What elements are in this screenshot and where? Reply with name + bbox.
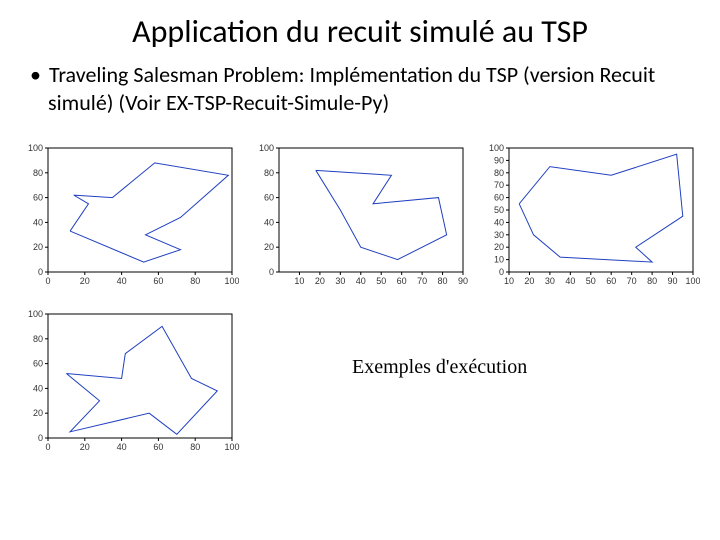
tsp-chart-1: 0 20 40 60 80 100 0 20 40 60 80 100 [20, 140, 239, 290]
svg-text:80: 80 [647, 276, 657, 286]
svg-text:100: 100 [28, 143, 43, 153]
svg-text:20: 20 [80, 276, 90, 286]
svg-text:10: 10 [494, 255, 504, 265]
svg-text:0: 0 [269, 267, 274, 277]
chart-row-bottom: 0 20 40 60 80 100 0 20 40 60 80 100 Exemples d'exéc… [0, 298, 720, 456]
svg-text:60: 60 [153, 442, 163, 452]
svg-text:100: 100 [259, 143, 274, 153]
svg-text:60: 60 [607, 276, 617, 286]
svg-text:60: 60 [33, 359, 43, 369]
svg-text:90: 90 [458, 276, 468, 286]
svg-text:40: 40 [33, 383, 43, 393]
svg-text:30: 30 [335, 276, 345, 286]
svg-text:80: 80 [33, 334, 43, 344]
svg-text:40: 40 [117, 442, 127, 452]
svg-text:0: 0 [38, 433, 43, 443]
svg-text:40: 40 [566, 276, 576, 286]
svg-text:80: 80 [33, 168, 43, 178]
svg-text:80: 80 [494, 168, 504, 178]
svg-text:40: 40 [494, 217, 504, 227]
svg-text:40: 40 [33, 217, 43, 227]
svg-text:60: 60 [396, 276, 406, 286]
svg-text:40: 40 [117, 276, 127, 286]
svg-text:60: 60 [494, 193, 504, 203]
svg-text:20: 20 [315, 276, 325, 286]
svg-text:20: 20 [33, 242, 43, 252]
svg-text:20: 20 [80, 442, 90, 452]
tsp-chart-3: 1020304050607080901000102030405060708090… [481, 140, 700, 290]
svg-text:0: 0 [499, 267, 504, 277]
svg-text:80: 80 [190, 442, 200, 452]
svg-text:0: 0 [45, 442, 50, 452]
svg-text:80: 80 [264, 168, 274, 178]
svg-text:70: 70 [627, 276, 637, 286]
svg-text:100: 100 [489, 143, 504, 153]
svg-text:100: 100 [686, 276, 700, 286]
svg-text:100: 100 [224, 276, 238, 286]
bullet-text: Traveling Salesman Problem: Implémentati… [48, 61, 655, 116]
svg-text:70: 70 [417, 276, 427, 286]
svg-text:100: 100 [28, 309, 43, 319]
tsp-chart-2: 10 20 30 40 50 60 70 80 90 0 20 40 60 80 100 [251, 140, 470, 290]
svg-text:20: 20 [525, 276, 535, 286]
svg-text:40: 40 [355, 276, 365, 286]
svg-text:50: 50 [586, 276, 596, 286]
svg-text:20: 20 [494, 242, 504, 252]
svg-text:90: 90 [668, 276, 678, 286]
svg-text:100: 100 [224, 442, 239, 452]
svg-text:10: 10 [294, 276, 304, 286]
chart-row-top: 020406080100020406080100 102030405060708… [0, 116, 720, 298]
svg-text:0: 0 [38, 267, 43, 277]
svg-text:70: 70 [494, 180, 504, 190]
svg-text:90: 90 [494, 155, 504, 165]
svg-text:50: 50 [494, 205, 504, 215]
caption-text: Exemples d'exécution [252, 306, 527, 379]
page-title: Application du recuit simulé au TSP [0, 8, 720, 61]
svg-text:60: 60 [153, 276, 163, 286]
svg-text:60: 60 [33, 193, 43, 203]
svg-text:60: 60 [264, 193, 274, 203]
tsp-chart-4: 0 20 40 60 80 100 0 20 40 60 80 100 [20, 306, 240, 456]
svg-text:40: 40 [264, 217, 274, 227]
svg-text:80: 80 [190, 276, 200, 286]
svg-text:10: 10 [504, 276, 514, 286]
svg-text:20: 20 [33, 408, 43, 418]
bullet-item: •Traveling Salesman Problem: Implémentat… [0, 61, 720, 116]
svg-text:30: 30 [494, 230, 504, 240]
svg-text:20: 20 [264, 242, 274, 252]
svg-text:50: 50 [376, 276, 386, 286]
svg-text:0: 0 [45, 276, 50, 286]
svg-text:80: 80 [437, 276, 447, 286]
bullet-dot-icon: • [30, 61, 49, 88]
svg-text:30: 30 [545, 276, 555, 286]
